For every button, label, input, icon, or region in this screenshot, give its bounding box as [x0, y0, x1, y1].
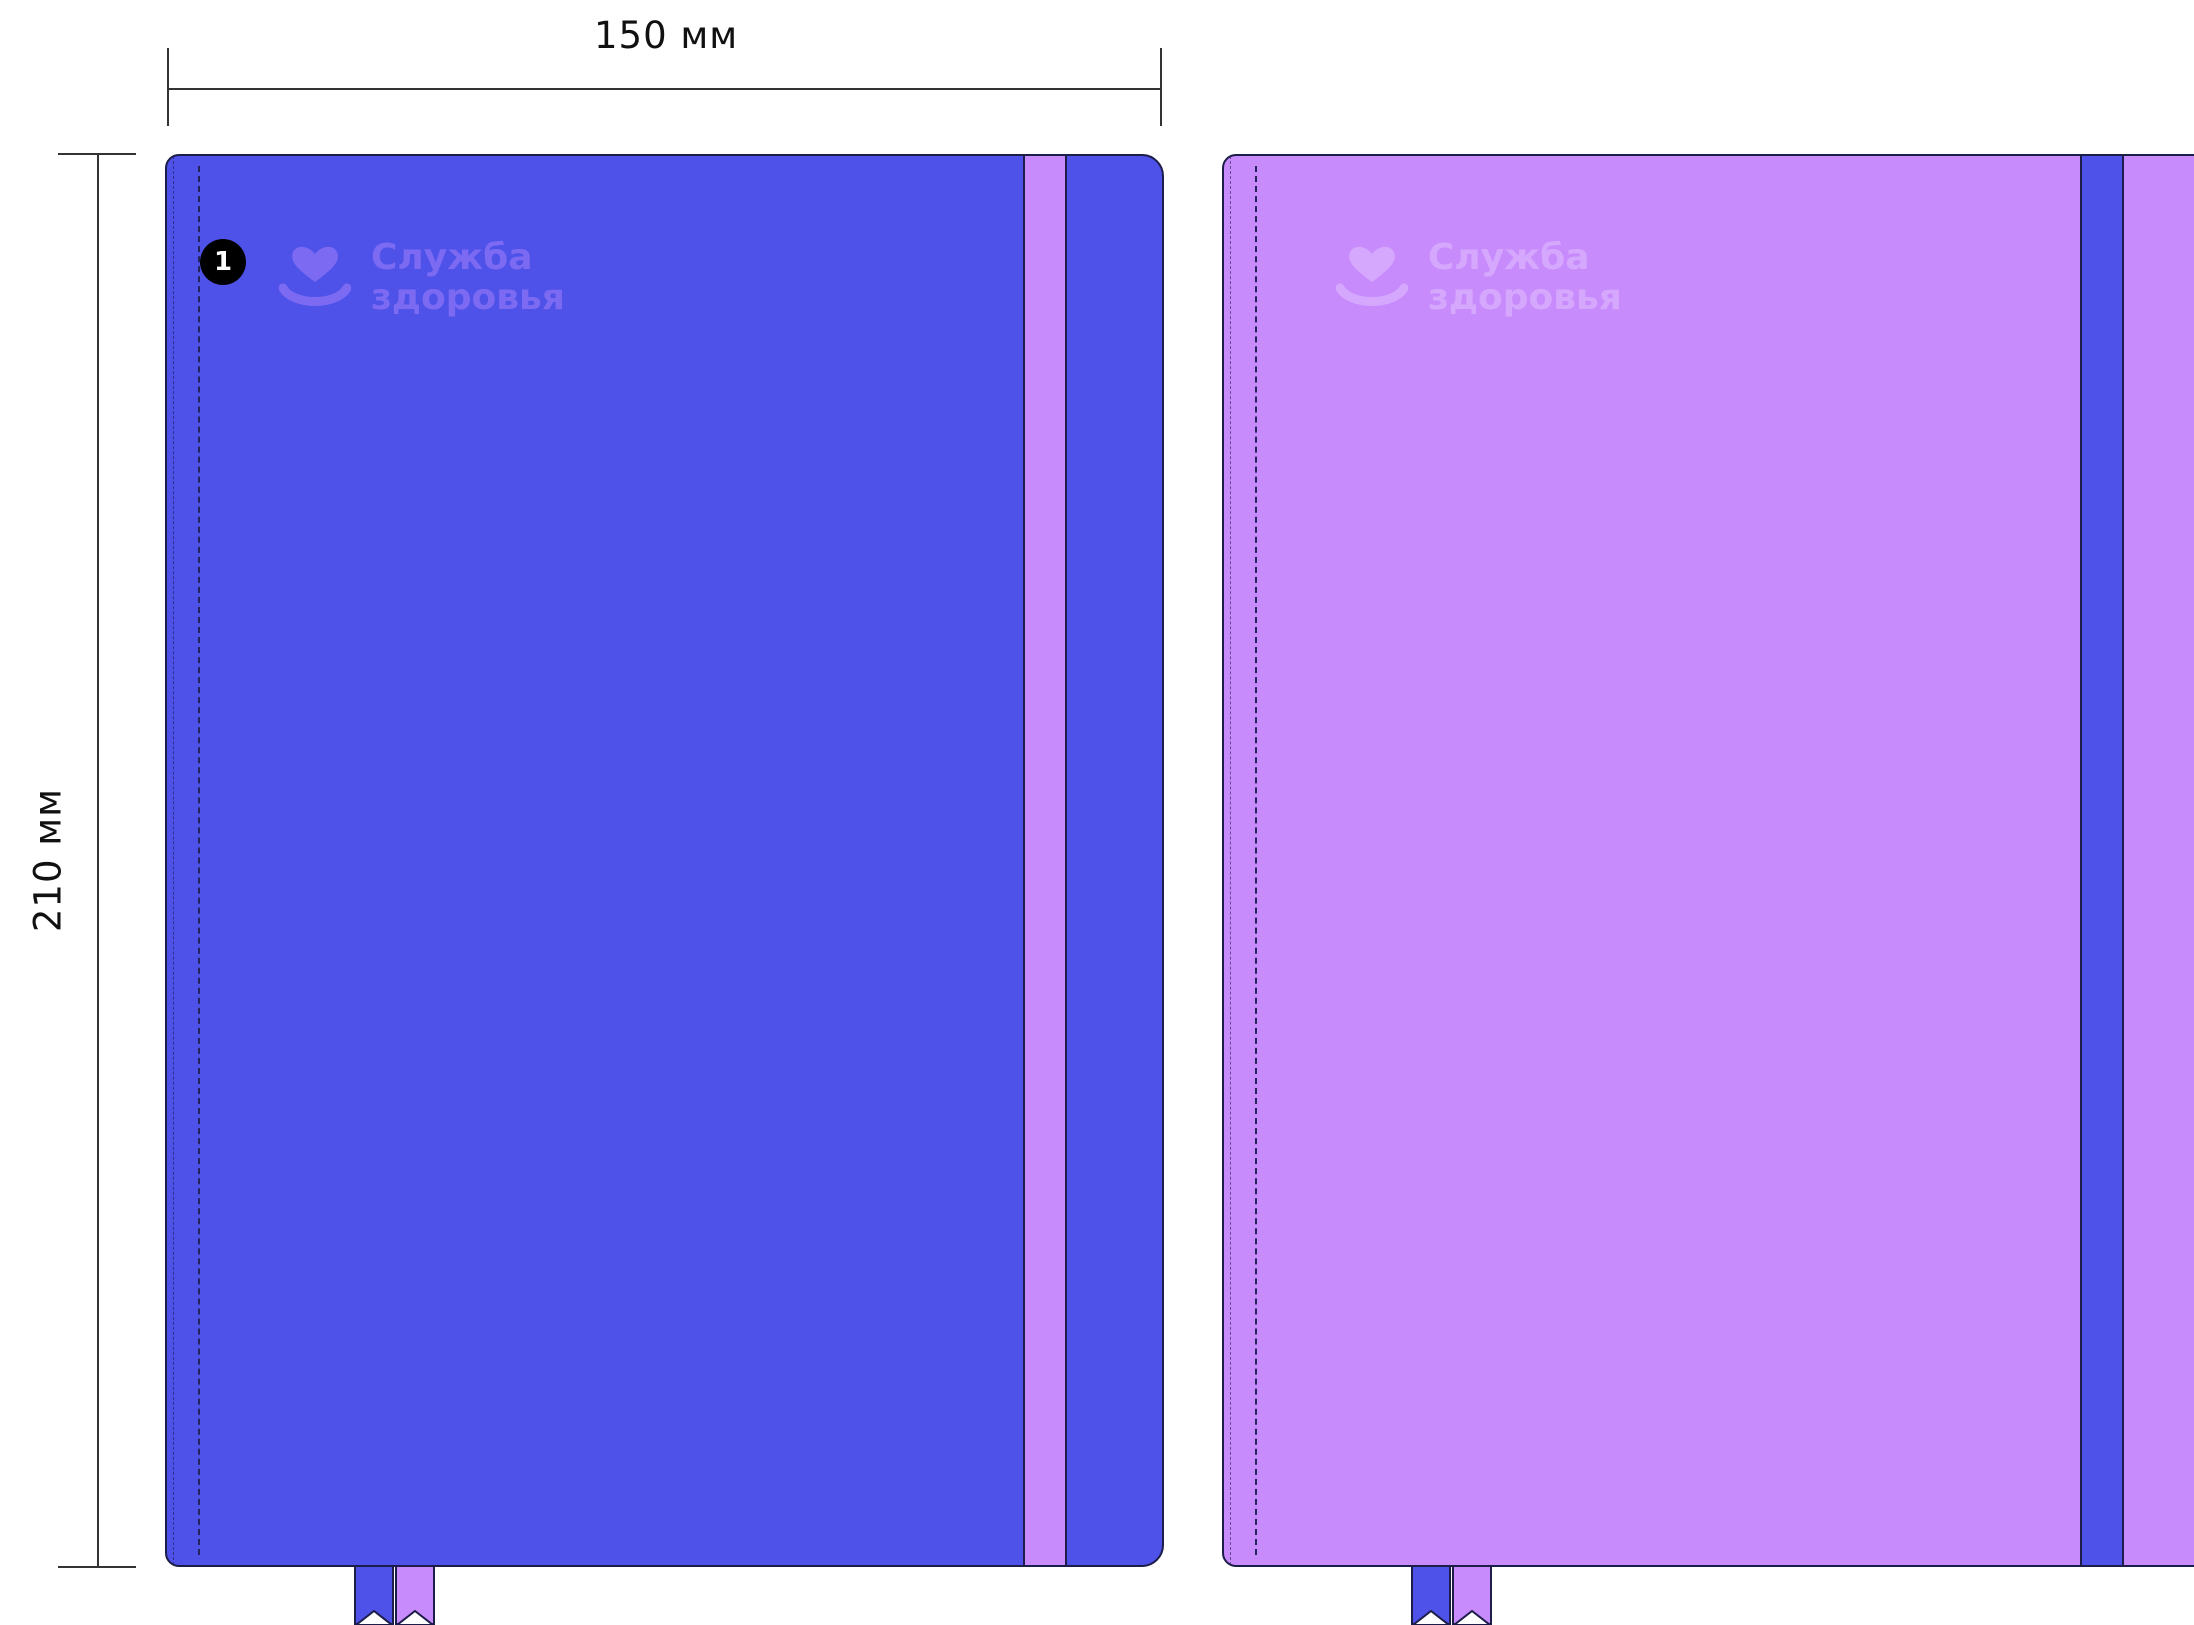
stitch-line: [1255, 166, 1257, 1555]
ribbon-notches: [1411, 1609, 1492, 1625]
width-dimension-tick-right: [1160, 48, 1162, 126]
notebook-blue: Служба здоровья: [165, 154, 1164, 1567]
logo: Служба здоровья: [279, 238, 565, 318]
height-dimension-label: 210 мм: [26, 787, 70, 933]
logo-line-2: здоровья: [371, 277, 565, 318]
heart-smile-icon: [1336, 246, 1408, 306]
logo-line-1: Служба: [371, 237, 533, 278]
width-dimension-label: 150 мм: [594, 14, 739, 57]
notebook-spine-edge: [1224, 156, 1231, 1565]
stitch-line: [198, 166, 200, 1555]
notebook-spine-edge: [167, 156, 174, 1565]
ribbon-notches: [354, 1609, 435, 1625]
logo-line-2: здоровья: [1428, 277, 1622, 318]
notebook-lilac: Служба здоровья: [1222, 154, 2194, 1567]
logo-line-1: Служба: [1428, 237, 1590, 278]
height-dimension-line: [97, 153, 99, 1568]
logo: Служба здоровья: [1336, 238, 1622, 318]
width-dimension-line: [167, 88, 1162, 90]
elastic-band: [2080, 156, 2124, 1565]
elastic-band: [1023, 156, 1067, 1565]
logo-text: Служба здоровья: [1428, 238, 1622, 318]
logo-text: Служба здоровья: [371, 238, 565, 318]
heart-smile-icon: [279, 246, 351, 306]
width-dimension-tick-left: [167, 48, 169, 126]
marker-badge: 1: [200, 239, 246, 285]
